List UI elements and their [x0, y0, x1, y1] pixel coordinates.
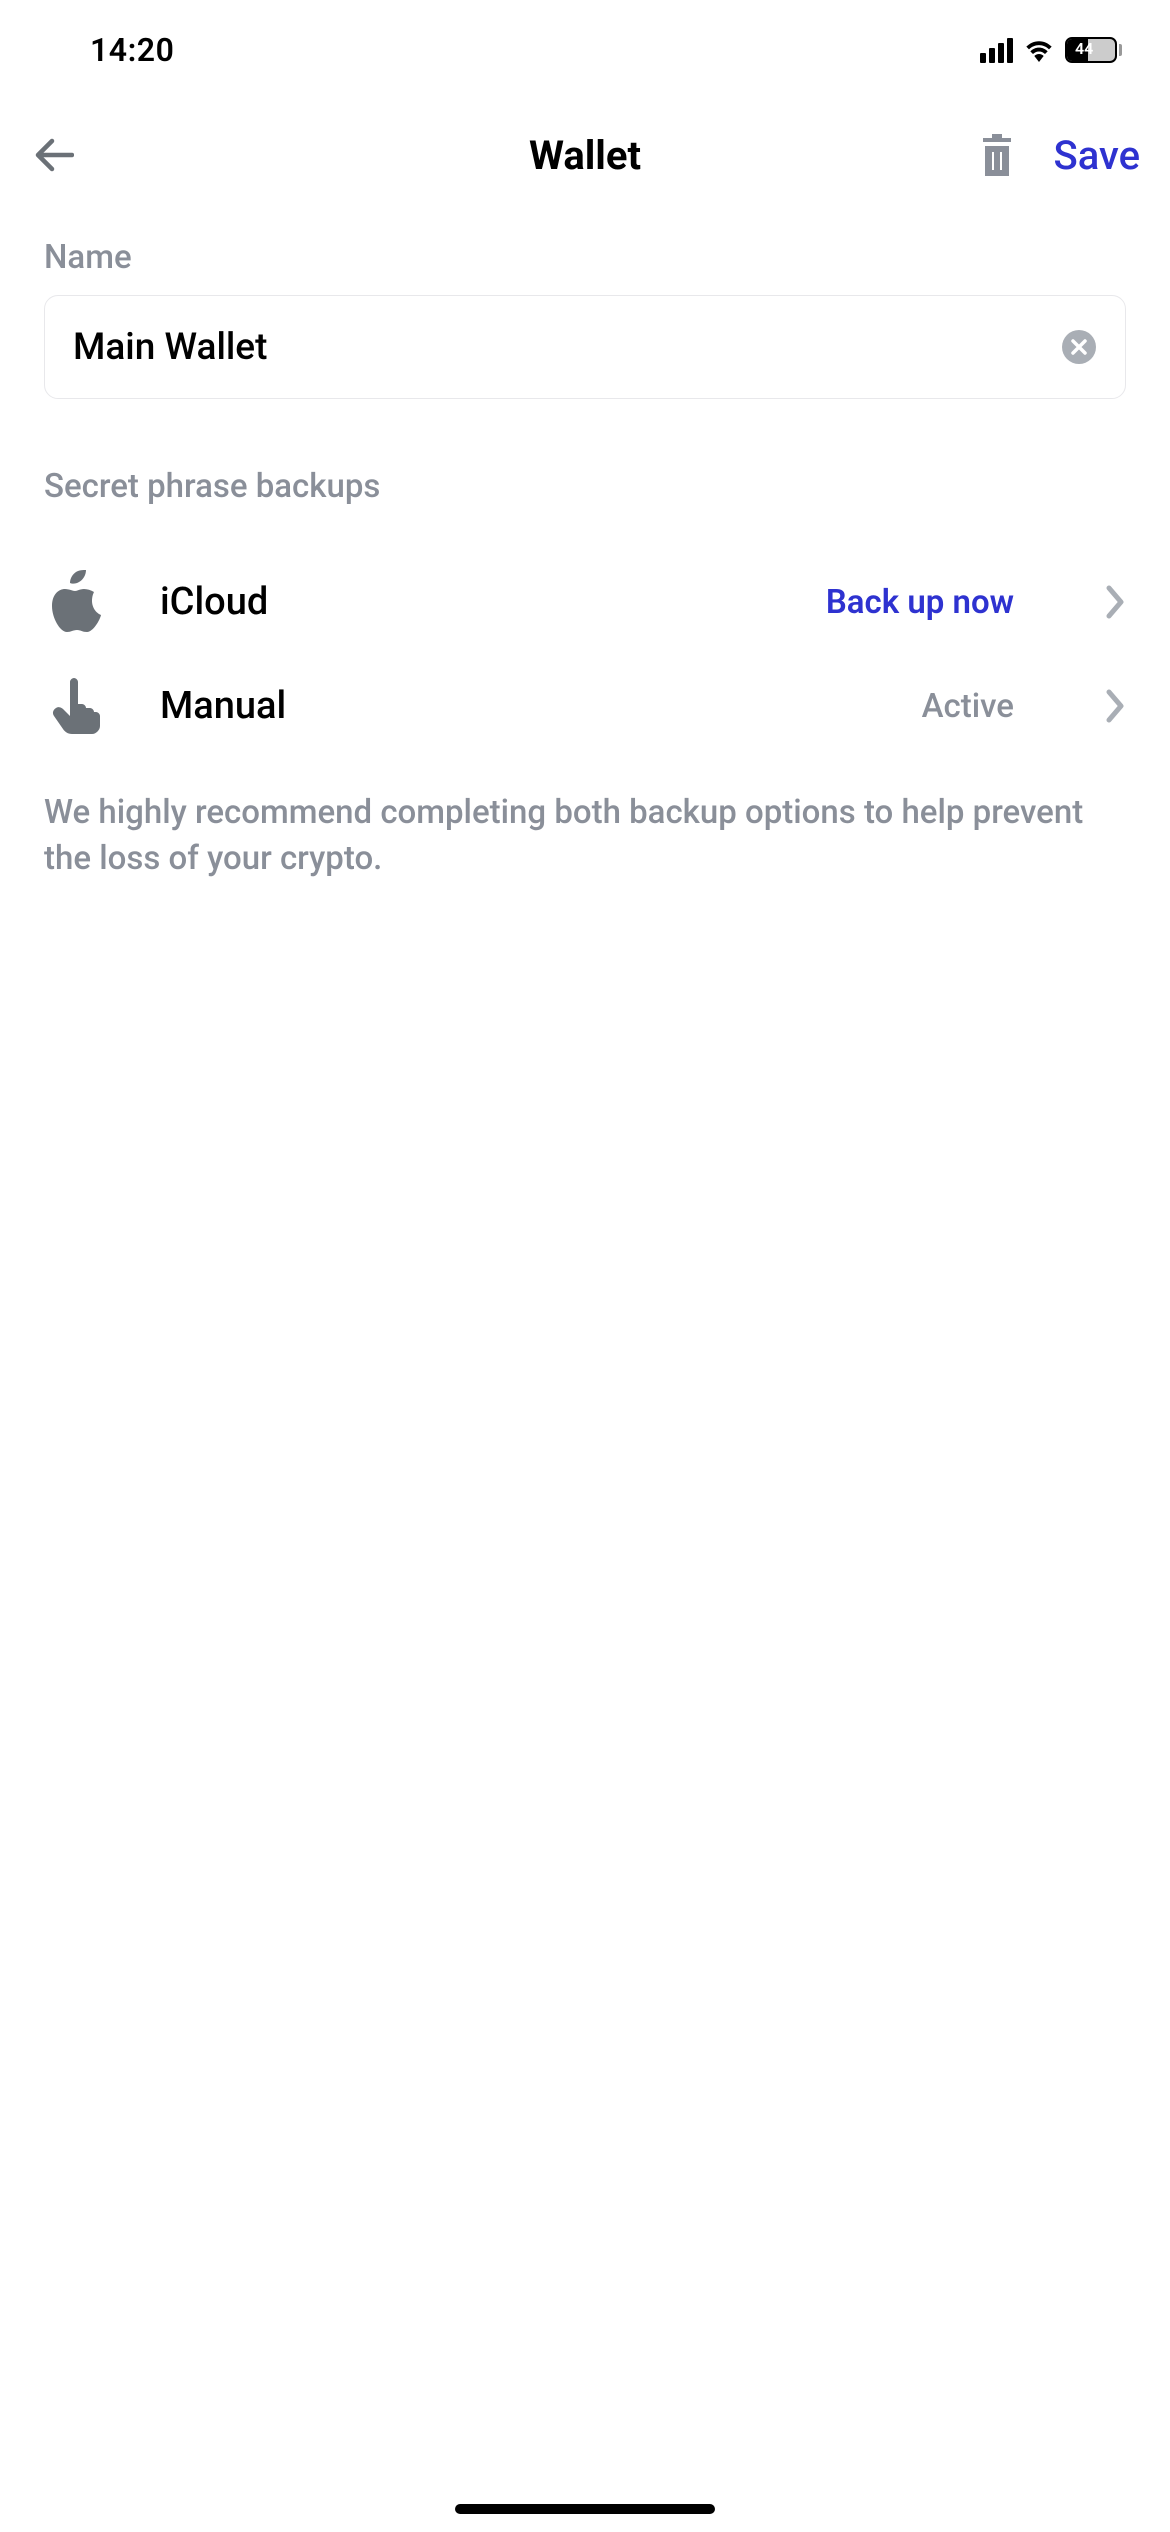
- backup-row-icloud[interactable]: iCloud Back up now: [44, 554, 1126, 650]
- status-indicators: 44: [980, 37, 1122, 63]
- navigation-bar: Wallet Save: [0, 100, 1170, 210]
- name-input-wrapper: [44, 295, 1126, 399]
- battery-indicator: 44: [1065, 37, 1122, 63]
- hand-pointer-icon: [44, 674, 108, 738]
- backups-section-label: Secret phrase backups: [44, 467, 1126, 506]
- save-button[interactable]: Save: [1053, 132, 1140, 179]
- cellular-signal-icon: [980, 38, 1013, 63]
- trash-icon: [979, 134, 1015, 176]
- delete-button[interactable]: [977, 133, 1017, 177]
- home-indicator[interactable]: [455, 2504, 715, 2514]
- clear-input-button[interactable]: [1061, 329, 1097, 365]
- status-time: 14:20: [90, 31, 174, 69]
- back-button[interactable]: [30, 131, 78, 179]
- back-arrow-icon: [34, 137, 74, 173]
- chevron-right-icon: [1106, 585, 1126, 619]
- backup-icloud-status: Back up now: [826, 583, 1014, 622]
- page-title: Wallet: [529, 132, 641, 179]
- wifi-icon: [1023, 38, 1055, 62]
- backup-manual-label: Manual: [160, 684, 870, 728]
- apple-icon: [44, 570, 108, 634]
- backup-icloud-label: iCloud: [160, 580, 774, 624]
- clear-icon: [1062, 330, 1096, 364]
- status-bar: 14:20 44: [0, 0, 1170, 100]
- chevron-right-icon: [1106, 689, 1126, 723]
- name-input[interactable]: [73, 326, 1061, 369]
- name-field-label: Name: [44, 238, 1126, 277]
- backup-hint-text: We highly recommend completing both back…: [44, 790, 1126, 882]
- backup-row-manual[interactable]: Manual Active: [44, 658, 1126, 754]
- backup-manual-status: Active: [922, 687, 1014, 726]
- content-area: Name Secret phrase backups iCloud Back u…: [0, 210, 1170, 882]
